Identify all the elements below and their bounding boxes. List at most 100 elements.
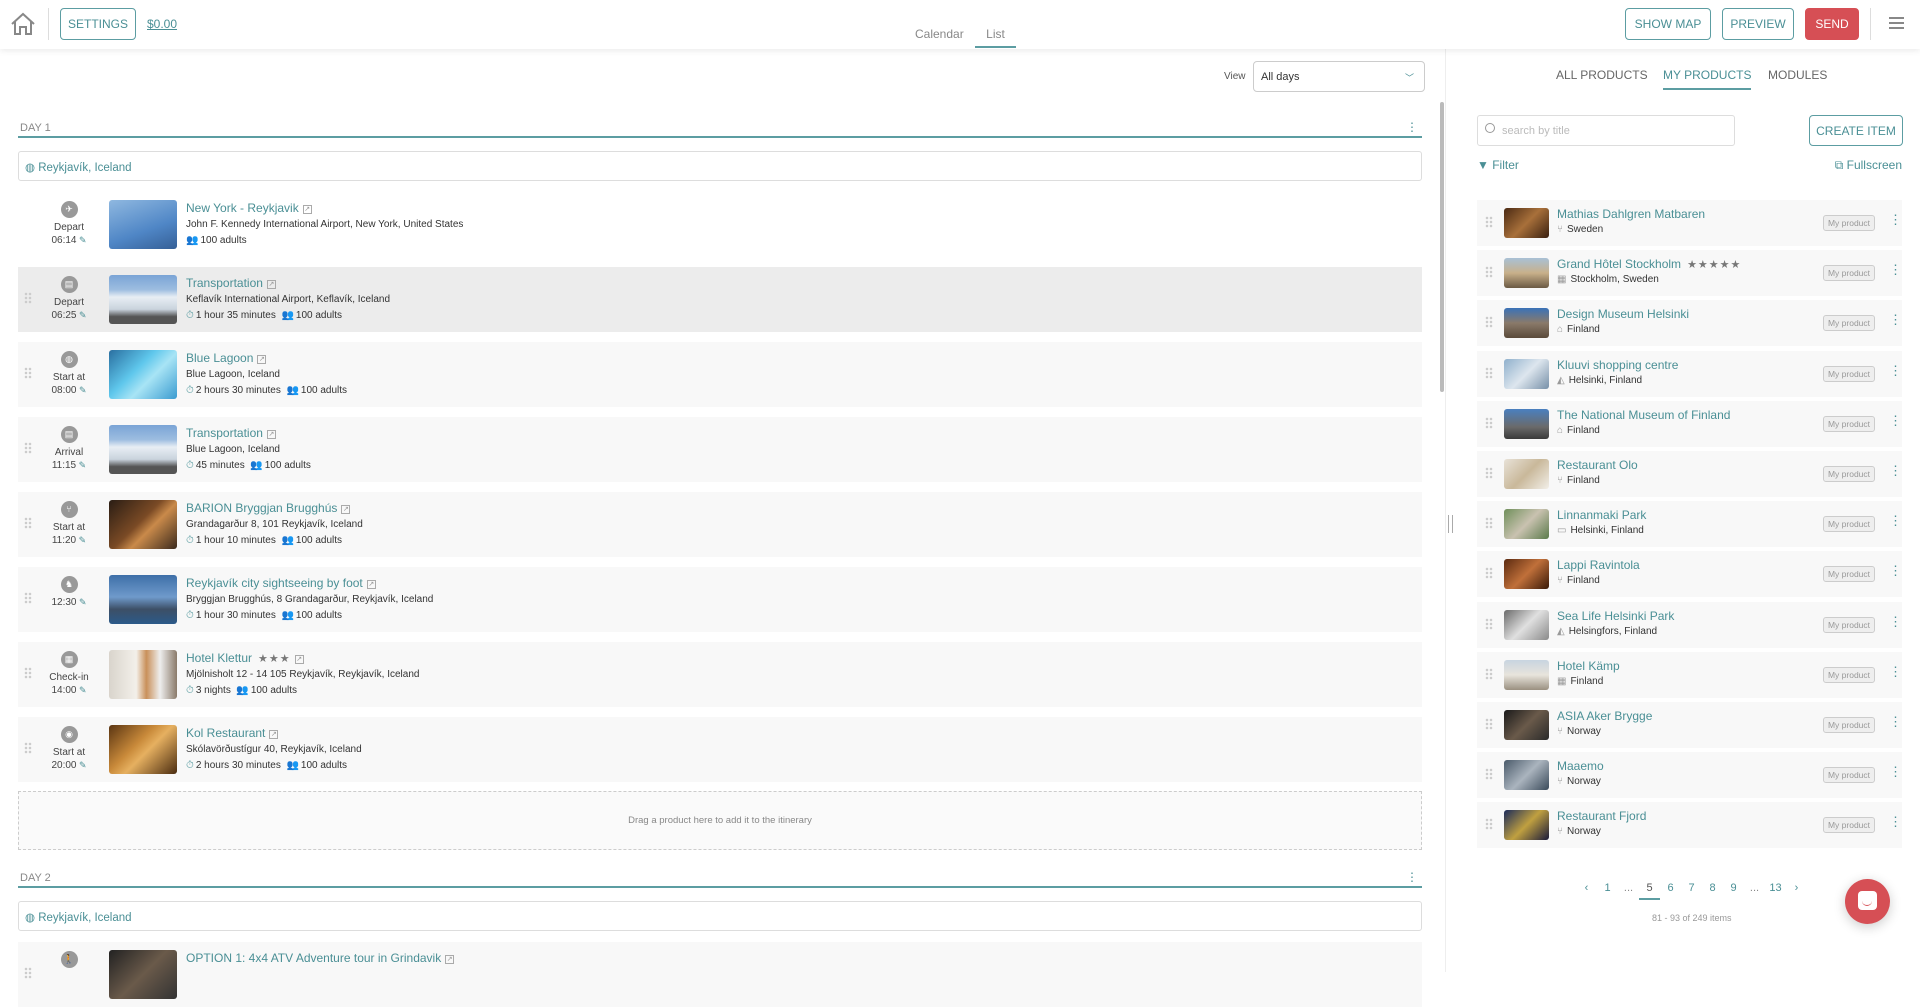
kebab-menu-icon[interactable]: ⋮	[1889, 312, 1902, 328]
drop-zone[interactable]: Drag a product here to add it to the iti…	[18, 791, 1422, 850]
product-list-item[interactable]: Sea Life Helsinki Park ◭ Helsingfors, Finl…	[1477, 601, 1902, 648]
drag-handle[interactable]	[1485, 718, 1493, 730]
page-8[interactable]: 8	[1702, 882, 1723, 900]
product-title[interactable]: OPTION 1: 4x4 ATV Adventure tour in Grin…	[186, 951, 441, 965]
kebab-menu-icon[interactable]: ⋮	[1889, 664, 1902, 680]
kebab-menu-icon[interactable]: ⋮	[1889, 563, 1902, 579]
tab-list[interactable]: List	[975, 27, 1016, 48]
product-list-item[interactable]: Lappi Ravintola ⑂ Finland My product ⋮	[1477, 551, 1902, 598]
pencil-icon[interactable]: ✎	[76, 685, 87, 695]
page-1[interactable]: 1	[1597, 882, 1618, 900]
itinerary-row[interactable]: ◍ Start at 08:00 ✎ Blue Lagoon ↗ Blue Lagoon,…	[18, 342, 1422, 407]
external-link-icon[interactable]: ↗	[341, 504, 351, 514]
time-value[interactable]: 06:14 ✎	[36, 234, 102, 247]
product-title[interactable]: Maaemo	[1557, 759, 1604, 773]
itinerary-row[interactable]: 🚶 OPTION 1: 4x4 ATV Adventure tour in Gri…	[18, 942, 1422, 1007]
resize-handle[interactable]	[1448, 515, 1453, 533]
external-link-icon[interactable]: ↗	[302, 204, 312, 214]
preview-button[interactable]: PREVIEW	[1722, 8, 1794, 40]
tab-my-products[interactable]: MY PRODUCTS	[1663, 68, 1752, 90]
product-title[interactable]: Linnanmaki Park	[1557, 508, 1646, 522]
product-title[interactable]: Restaurant Olo	[1557, 458, 1638, 472]
product-title[interactable]: Reykjavík city sightseeing by foot	[186, 576, 363, 590]
product-title[interactable]: Blue Lagoon	[186, 351, 253, 365]
product-title[interactable]: The National Museum of Finland	[1557, 408, 1730, 422]
search-input[interactable]: search by title	[1477, 115, 1735, 146]
product-list-item[interactable]: Restaurant Olo ⑂ Finland My product ⋮	[1477, 451, 1902, 497]
drag-handle[interactable]	[1485, 416, 1493, 429]
tab-calendar[interactable]: Calendar	[915, 27, 964, 41]
page-5[interactable]: 5	[1639, 882, 1660, 900]
kebab-menu-icon[interactable]: ⋮	[1406, 120, 1418, 134]
filter-button[interactable]: ▼ Filter	[1477, 158, 1519, 172]
drag-handle[interactable]	[1485, 818, 1493, 831]
product-title[interactable]: Transportation	[186, 426, 263, 440]
drag-handle[interactable]	[1485, 266, 1493, 279]
drag-handle[interactable]	[24, 592, 32, 604]
pencil-icon[interactable]: ✎	[76, 310, 87, 320]
product-list-item[interactable]: ASIA Aker Brygge ⑂ Norway My product ⋮	[1477, 702, 1902, 748]
product-title[interactable]: Grand Hôtel Stockholm	[1557, 257, 1681, 271]
page-13[interactable]: 13	[1765, 882, 1786, 900]
time-value[interactable]: 11:15 ✎	[36, 459, 102, 472]
tab-modules[interactable]: MODULES	[1768, 68, 1827, 88]
itinerary-row[interactable]: ▦ Check-in 14:00 ✎ Hotel Klettur ★★★ ↗ Mjölnis…	[18, 642, 1422, 707]
product-title[interactable]: ASIA Aker Brygge	[1557, 709, 1652, 723]
itinerary-row[interactable]: ◉ Start at 20:00 ✎ Kol Restaurant ↗ Skólavörð…	[18, 717, 1422, 782]
chevron-left-icon[interactable]: ‹	[1576, 882, 1597, 900]
drag-handle[interactable]	[1485, 366, 1493, 379]
kebab-menu-icon[interactable]: ⋮	[1889, 212, 1902, 228]
drag-handle[interactable]	[24, 667, 32, 679]
page-6[interactable]: 6	[1660, 882, 1681, 900]
product-list-item[interactable]: Hotel Kämp ▦ Finland My product ⋮	[1477, 651, 1902, 698]
kebab-menu-icon[interactable]: ⋮	[1889, 614, 1902, 630]
product-title[interactable]: Mathias Dahlgren Matbaren	[1557, 207, 1705, 221]
tab-all-products[interactable]: ALL PRODUCTS	[1556, 68, 1648, 88]
drag-handle[interactable]	[1485, 316, 1493, 329]
page-9[interactable]: 9	[1723, 882, 1744, 900]
external-link-icon[interactable]: ↗	[445, 954, 455, 964]
time-value[interactable]: 14:00 ✎	[36, 684, 102, 697]
product-list-item[interactable]: Mathias Dahlgren Matbaren ⑂ Sweden My produ…	[1477, 200, 1902, 246]
drag-handle[interactable]	[1485, 617, 1493, 630]
product-title[interactable]: Design Museum Helsinki	[1557, 307, 1689, 321]
itinerary-row[interactable]: ▤ Depart 06:25 ✎ Transportation ↗ Keflavík In…	[18, 267, 1422, 332]
drag-handle[interactable]	[1485, 467, 1493, 479]
kebab-menu-icon[interactable]: ⋮	[1889, 513, 1902, 529]
product-title[interactable]: Transportation	[186, 276, 263, 290]
product-list-item[interactable]: Kluuvi shopping centre ◭ Helsinki, Finland…	[1477, 350, 1902, 397]
drag-handle[interactable]	[1485, 567, 1493, 580]
day-location[interactable]: ◍ Reykjavík, Iceland	[18, 901, 1422, 931]
itinerary-row[interactable]: ♞ 12:30 ✎ Reykjavík city sightseeing by fo…	[18, 567, 1422, 632]
time-value[interactable]: 08:00 ✎	[36, 384, 102, 397]
drag-handle[interactable]	[24, 967, 32, 979]
send-button[interactable]: SEND	[1805, 8, 1859, 40]
external-link-icon[interactable]: ↗	[266, 279, 276, 289]
kebab-menu-icon[interactable]: ⋮	[1889, 764, 1902, 780]
kebab-menu-icon[interactable]: ⋮	[1889, 413, 1902, 429]
menu-icon[interactable]	[1889, 17, 1904, 29]
product-title[interactable]: Lappi Ravintola	[1557, 558, 1640, 572]
page-7[interactable]: 7	[1681, 882, 1702, 900]
kebab-menu-icon[interactable]: ⋮	[1889, 714, 1902, 730]
chevron-right-icon[interactable]: ›	[1786, 882, 1807, 900]
drag-handle[interactable]	[24, 742, 32, 754]
show-map-button[interactable]: SHOW MAP	[1625, 8, 1711, 40]
settings-button[interactable]: SETTINGS	[60, 8, 136, 40]
drag-handle[interactable]	[1485, 667, 1493, 680]
price-link[interactable]: $0.00	[147, 17, 177, 31]
product-list-item[interactable]: Maaemo ⑂ Norway My product ⋮	[1477, 752, 1902, 799]
pencil-icon[interactable]: ✎	[76, 760, 87, 770]
view-select[interactable]: All days ﹀	[1253, 61, 1425, 92]
drag-handle[interactable]	[24, 367, 32, 379]
drag-handle[interactable]	[24, 517, 32, 529]
drag-handle[interactable]	[24, 292, 32, 304]
drag-handle[interactable]	[24, 442, 32, 454]
kebab-menu-icon[interactable]: ⋮	[1889, 363, 1902, 379]
kebab-menu-icon[interactable]: ⋮	[1889, 262, 1902, 278]
pencil-icon[interactable]: ✎	[76, 460, 87, 470]
itinerary-row[interactable]: ✈ Depart 06:14 ✎ New York - Reykjavik ↗ John …	[18, 192, 1422, 257]
chat-button[interactable]	[1845, 879, 1890, 924]
product-title[interactable]: Sea Life Helsinki Park	[1557, 609, 1674, 623]
external-link-icon[interactable]: ↗	[266, 429, 276, 439]
